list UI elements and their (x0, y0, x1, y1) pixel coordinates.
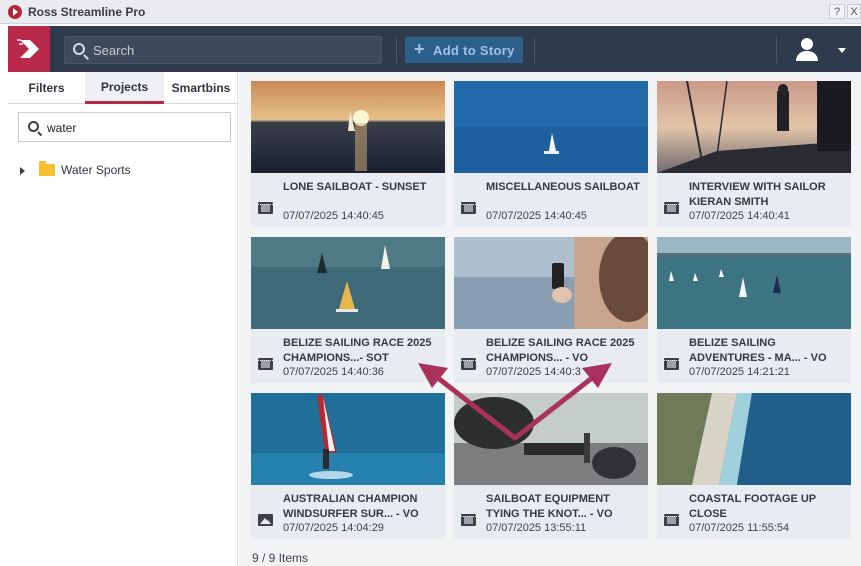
video-icon (461, 202, 476, 214)
help-button[interactable]: ? (829, 4, 845, 19)
asset-title: COASTAL FOOTAGE UP CLOSE (689, 493, 816, 520)
asset-date: 07/07/2025 11:55:54 (689, 522, 790, 534)
tab-filters[interactable]: Filters (8, 72, 85, 104)
project-filter-input[interactable] (47, 119, 222, 137)
asset-card[interactable]: LONE SAILBOAT - SUNSET 07/07/2025 14:40:… (251, 81, 445, 227)
asset-date: 07/07/2025 14:04:29 (283, 522, 384, 534)
plus-icon: + (414, 39, 425, 59)
asset-thumbnail[interactable] (251, 81, 445, 173)
asset-title: BELIZE SAILING ADVENTURES - MA... - VO (689, 337, 827, 364)
add-to-story-button[interactable]: + Add to Story (405, 37, 523, 63)
video-icon (664, 514, 679, 526)
close-button[interactable]: X (847, 4, 861, 19)
project-filter-box[interactable] (18, 112, 231, 142)
search-icon (28, 121, 39, 132)
expand-caret-icon[interactable] (20, 167, 25, 175)
asset-date: 07/07/2025 14:40:3 (486, 366, 581, 378)
folder-icon (39, 161, 55, 176)
left-panel: Filters Projects Smartbins Water Sports (8, 72, 238, 566)
asset-grid: LONE SAILBOAT - SUNSET 07/07/2025 14:40:… (239, 72, 861, 566)
video-icon (258, 202, 273, 214)
asset-date: 07/07/2025 14:40:45 (283, 210, 384, 222)
asset-date: 07/07/2025 14:21:21 (689, 366, 790, 378)
asset-card[interactable]: INTERVIEW WITH SAILOR KIERAN SMITH 07/07… (657, 81, 851, 227)
search-input[interactable] (93, 40, 373, 60)
asset-card[interactable]: BELIZE SAILING RACE 2025 CHAMPIONS...- S… (251, 237, 445, 383)
video-icon (664, 202, 679, 214)
toolbar-divider (534, 37, 535, 63)
item-count-status: 9 / 9 Items (252, 551, 309, 565)
asset-title: BELIZE SAILING RACE 2025 CHAMPIONS... - … (486, 337, 635, 364)
asset-title: LONE SAILBOAT - SUNSET (283, 181, 427, 193)
tab-projects[interactable]: Projects (85, 72, 164, 104)
toolbar-divider (776, 37, 777, 63)
asset-card[interactable]: BELIZE SAILING ADVENTURES - MA... - VO 0… (657, 237, 851, 383)
app-icon (8, 5, 22, 19)
search-box[interactable] (64, 36, 382, 64)
title-bar: Ross Streamline Pro ? X (0, 0, 861, 24)
chevron-down-icon[interactable] (838, 48, 846, 53)
asset-title: BELIZE SAILING RACE 2025 CHAMPIONS...- S… (283, 337, 432, 364)
asset-date: 07/07/2025 14:40:45 (486, 210, 587, 222)
tree-item-water-sports[interactable]: Water Sports (16, 160, 226, 182)
asset-date: 07/07/2025 14:40:36 (283, 366, 384, 378)
tab-smartbins[interactable]: Smartbins (164, 72, 238, 104)
asset-card[interactable]: MISCELLANEOUS SAILBOAT 07/07/2025 14:40:… (454, 81, 648, 227)
toolbar-divider (396, 37, 397, 63)
top-toolbar: + Add to Story (8, 26, 861, 72)
app-window: Ross Streamline Pro ? X + Add to Story (0, 0, 861, 566)
add-to-story-label: Add to Story (433, 43, 515, 58)
asset-card[interactable]: COASTAL FOOTAGE UP CLOSE 07/07/2025 11:5… (657, 393, 851, 539)
asset-thumbnail[interactable] (454, 393, 648, 485)
video-icon (258, 358, 273, 370)
video-icon (664, 358, 679, 370)
search-icon (73, 43, 85, 55)
asset-thumbnail[interactable] (657, 237, 851, 329)
left-tabs: Filters Projects Smartbins (8, 72, 238, 104)
asset-date: 07/07/2025 14:40:41 (689, 210, 790, 222)
asset-date: 07/07/2025 13:55:11 (486, 522, 587, 534)
asset-card[interactable]: SAILBOAT EQUIPMENT TYING THE KNOT... - V… (454, 393, 648, 539)
asset-thumbnail[interactable] (454, 237, 648, 329)
image-icon (258, 514, 273, 526)
window-title: Ross Streamline Pro (28, 5, 146, 19)
streamline-logo-icon[interactable] (8, 26, 50, 72)
video-icon (461, 514, 476, 526)
asset-thumbnail[interactable] (657, 81, 851, 173)
asset-card[interactable]: AUSTRALIAN CHAMPION WINDSURFER SUR... - … (251, 393, 445, 539)
asset-title: MISCELLANEOUS SAILBOAT (486, 181, 640, 193)
user-avatar-icon[interactable] (794, 36, 820, 62)
asset-thumbnail[interactable] (251, 393, 445, 485)
asset-title: SAILBOAT EQUIPMENT TYING THE KNOT... - V… (486, 493, 613, 520)
asset-thumbnail[interactable] (251, 237, 445, 329)
tree-item-label: Water Sports (61, 163, 131, 177)
asset-title: AUSTRALIAN CHAMPION WINDSURFER SUR... - … (283, 493, 419, 520)
asset-thumbnail[interactable] (454, 81, 648, 173)
asset-card[interactable]: BELIZE SAILING RACE 2025 CHAMPIONS... - … (454, 237, 648, 383)
asset-title: INTERVIEW WITH SAILOR KIERAN SMITH (689, 181, 826, 208)
video-icon (461, 358, 476, 370)
asset-thumbnail[interactable] (657, 393, 851, 485)
